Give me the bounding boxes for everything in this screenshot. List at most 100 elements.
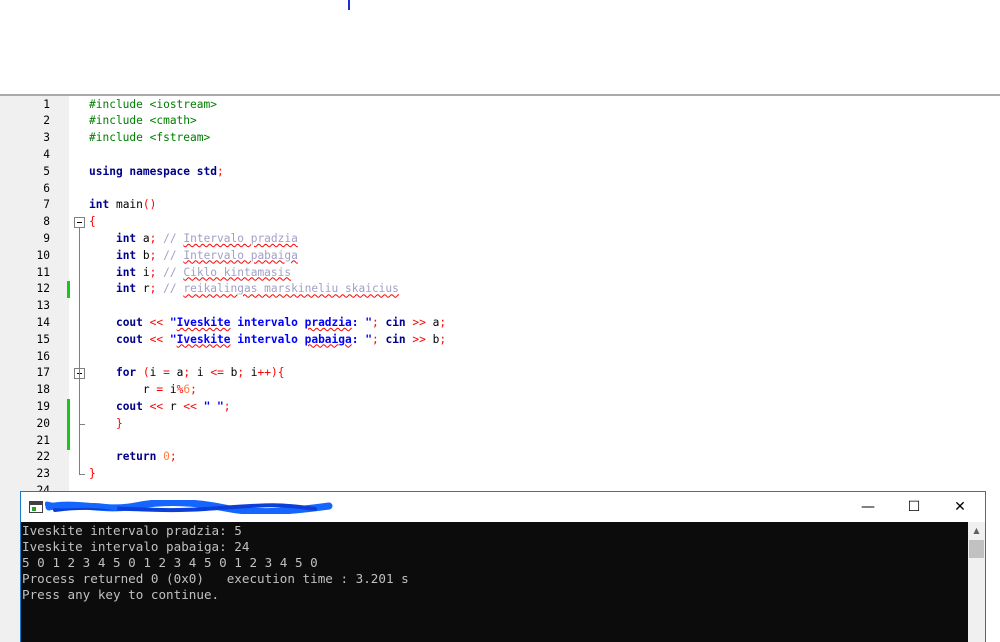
- fold-guide-outer: [79, 228, 80, 475]
- console-titlebar[interactable]: — ☐ ✕: [21, 492, 985, 522]
- code-line[interactable]: 14 cout << "Iveskite intervalo pradzia: …: [0, 315, 1000, 332]
- line-number: 10: [36, 248, 50, 262]
- minimize-button[interactable]: —: [845, 492, 891, 522]
- code-token: }: [115, 416, 123, 430]
- code-token: a: [169, 366, 184, 380]
- code-text: cout << r << " ";: [89, 399, 231, 416]
- scrollbar-thumb[interactable]: [969, 540, 984, 558]
- code-text: #include <iostream>: [89, 97, 217, 114]
- code-line[interactable]: 17 for (i = a; i <= b; i++){: [0, 365, 1000, 382]
- code-token: ;: [223, 399, 231, 413]
- code-token: //: [156, 282, 184, 296]
- line-number: 23: [36, 467, 50, 481]
- code-token: (): [142, 198, 157, 212]
- line-number: 18: [36, 383, 50, 397]
- line-number: 9: [43, 231, 50, 245]
- console-window[interactable]: — ☐ ✕ Iveskite intervalo pradzia: 5 Ives…: [20, 491, 986, 642]
- code-token: ;: [216, 164, 224, 178]
- code-token: : ": [351, 332, 372, 346]
- changed-line-marker: [67, 398, 70, 416]
- code-token: for: [115, 366, 137, 380]
- code-line[interactable]: 12 int r; // reikalingas marskineliu ska…: [0, 281, 1000, 299]
- code-token: #include <cmath>: [89, 114, 197, 128]
- code-line[interactable]: 18 r = i%6;: [0, 382, 1000, 399]
- changed-line-marker: [67, 432, 70, 450]
- code-token: //: [156, 265, 184, 279]
- code-token: ++){: [257, 366, 285, 380]
- code-text: }: [89, 416, 123, 433]
- code-token: r: [169, 399, 177, 413]
- code-token: cin: [385, 332, 406, 346]
- code-text: #include <cmath>: [89, 113, 197, 130]
- code-line[interactable]: 5 using namespace std;: [0, 164, 1000, 181]
- code-line[interactable]: 15 cout << "Iveskite intervalo pabaiga: …: [0, 332, 1000, 349]
- code-line[interactable]: 16: [0, 349, 1000, 366]
- line-number: 21: [36, 433, 50, 447]
- code-line[interactable]: 7 int main(): [0, 197, 1000, 214]
- console-line: Iveskite intervalo pradzia: 5: [22, 523, 242, 538]
- code-line[interactable]: 20 }: [0, 415, 1000, 433]
- console-line: Press any key to continue.: [22, 587, 220, 602]
- console-line: Process returned 0 (0x0) execution time …: [22, 571, 409, 586]
- code-line[interactable]: 22 return 0;: [0, 449, 1000, 466]
- code-token: intervalo: [230, 315, 305, 329]
- line-number: 15: [36, 332, 50, 346]
- maximize-button[interactable]: ☐: [891, 492, 937, 522]
- code-line[interactable]: 4: [0, 147, 1000, 164]
- code-line[interactable]: 6: [0, 181, 1000, 198]
- code-line[interactable]: 21: [0, 432, 1000, 450]
- code-line[interactable]: 23}: [0, 466, 1000, 483]
- fold-guide-outer-end: [79, 474, 85, 476]
- code-line[interactable]: 3 #include <fstream>: [0, 130, 1000, 147]
- code-token: 0: [163, 450, 170, 464]
- code-text: }: [89, 466, 96, 483]
- line-number: 3: [43, 131, 50, 145]
- code-token: Iveskite: [176, 332, 231, 346]
- code-token: b: [136, 248, 150, 262]
- code-line[interactable]: 10 int b; // Intervalo pabaiga: [0, 248, 1000, 265]
- code-token: <<: [142, 399, 170, 413]
- code-token: ;: [190, 383, 197, 397]
- code-line[interactable]: 2 #include <cmath>: [0, 113, 1000, 130]
- fold-toggle-icon[interactable]: [74, 217, 85, 229]
- code-line[interactable]: 9 int a; // Intervalo pradzia: [0, 231, 1000, 248]
- console-scrollbar[interactable]: ▲: [968, 522, 985, 642]
- code-token: >>: [405, 315, 433, 329]
- close-button[interactable]: ✕: [937, 492, 983, 522]
- code-token: <<: [142, 315, 170, 329]
- code-line[interactable]: 8{: [0, 214, 1000, 231]
- code-token: #include <iostream>: [89, 97, 217, 111]
- code-line[interactable]: 19 cout << r << " ";: [0, 398, 1000, 416]
- changed-line-marker: [67, 281, 70, 299]
- code-token: cout: [115, 399, 143, 413]
- code-text: cout << "Iveskite intervalo pradzia: "; …: [89, 315, 446, 332]
- code-token: : ": [351, 315, 372, 329]
- console-output[interactable]: Iveskite intervalo pradzia: 5 Iveskite i…: [21, 522, 968, 642]
- code-line[interactable]: 11 int i; // Ciklo kintamasis: [0, 265, 1000, 282]
- code-token: ;: [183, 366, 197, 380]
- line-number: 7: [43, 198, 50, 212]
- scroll-up-icon[interactable]: ▲: [968, 522, 985, 539]
- code-text: cout << "Iveskite intervalo pabaiga: "; …: [89, 332, 446, 349]
- code-line[interactable]: 13: [0, 298, 1000, 315]
- code-text: using namespace std;: [89, 164, 224, 181]
- code-token: //: [156, 231, 184, 245]
- code-token: int: [115, 282, 137, 296]
- code-text: r = i%6;: [89, 382, 197, 399]
- code-token: i: [250, 366, 258, 380]
- code-token: int: [115, 248, 137, 262]
- code-token: Intervalo pabaiga: [183, 248, 298, 262]
- code-token: int: [115, 231, 137, 245]
- code-token: ;: [371, 332, 386, 346]
- code-text: #include <fstream>: [89, 130, 210, 147]
- code-token: pradzia: [304, 315, 352, 329]
- code-line[interactable]: 1 #include <iostream>: [0, 97, 1000, 114]
- line-number: 17: [36, 366, 50, 380]
- code-text: int a; // Intervalo pradzia: [89, 231, 298, 248]
